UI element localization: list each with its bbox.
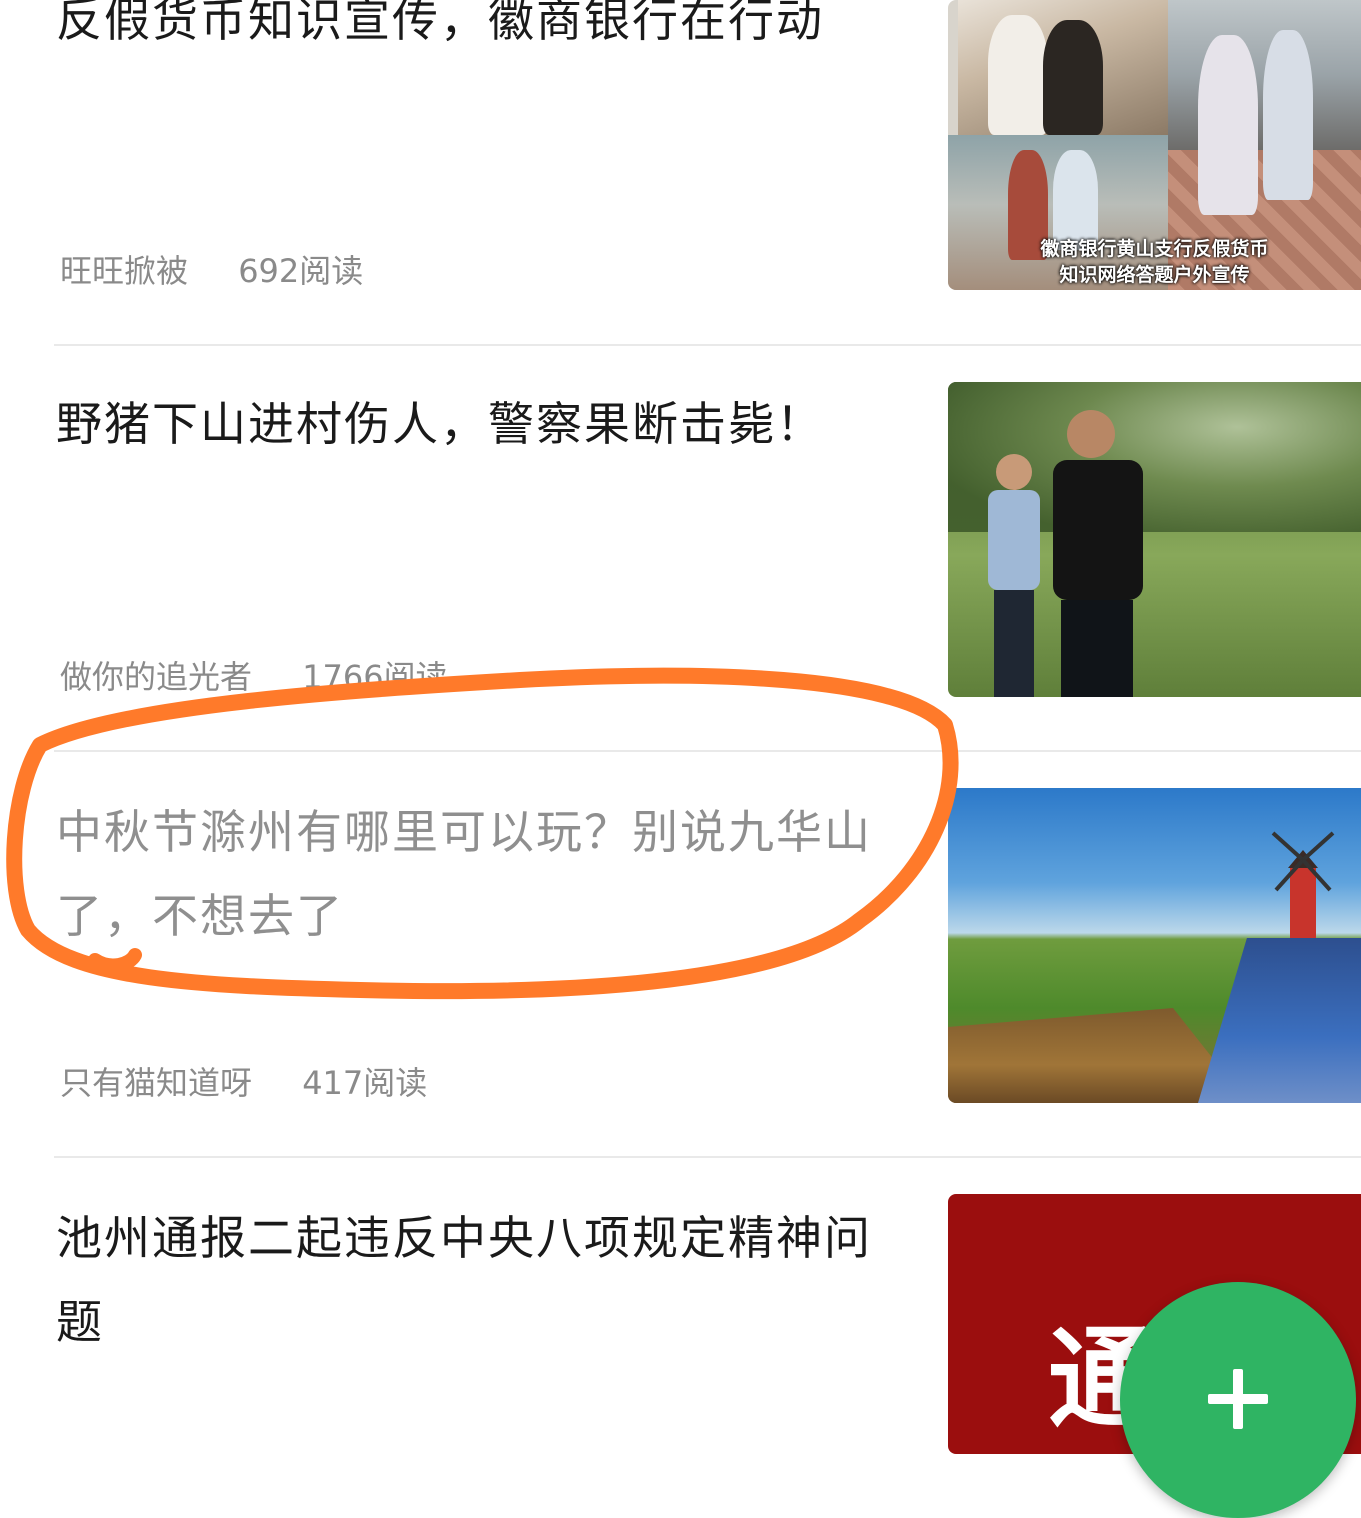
article-title[interactable]: 中秋节滁州有哪里可以玩？别说九华山了，不想去了 [56, 790, 906, 958]
article-read-count: 692阅读 [238, 252, 364, 290]
article-author: 做你的追光者 [60, 658, 253, 696]
article-read-count: 417阅读 [302, 1064, 428, 1102]
article-thumbnail[interactable] [948, 788, 1361, 1103]
field-photo-image [948, 382, 1361, 697]
thumbnail-caption: 徽商银行黄山支行反假货币 知识网络答题户外宣传 [1040, 238, 1269, 286]
article-title[interactable]: 反假货币知识宣传，徽商银行在行动 [56, 0, 906, 62]
article-thumbnail[interactable] [948, 382, 1361, 697]
article-meta: 旺旺掀被 692阅读 [60, 246, 363, 292]
add-button[interactable] [1120, 1282, 1356, 1518]
article-title[interactable]: 池州通报二起违反中央八项规定精神问题 [56, 1196, 906, 1364]
article-author: 旺旺掀被 [60, 252, 189, 290]
article-author: 只有猫知道呀 [60, 1064, 253, 1102]
article-feed: 反假货币知识宣传，徽商银行在行动 旺旺掀被 692阅读 徽商银行黄山支行反假货币… [0, 0, 1361, 1518]
article-meta: 只有猫知道呀 417阅读 [60, 1058, 427, 1104]
article-title[interactable]: 野猪下山进村伤人，警察果断击毙！ [56, 382, 906, 466]
article-read-count: 1766阅读 [302, 658, 448, 696]
article-item-3[interactable]: 中秋节滁州有哪里可以玩？别说九华山了，不想去了 只有猫知道呀 417阅读 [0, 752, 1361, 1156]
windmill-landscape-image [948, 788, 1361, 1103]
photo-collage-image: 徽商银行黄山支行反假货币 知识网络答题户外宣传 [948, 0, 1361, 290]
article-meta: 做你的追光者 1766阅读 [60, 652, 448, 698]
article-thumbnail[interactable]: 徽商银行黄山支行反假货币 知识网络答题户外宣传 [948, 0, 1361, 290]
article-item-1[interactable]: 反假货币知识宣传，徽商银行在行动 旺旺掀被 692阅读 徽商银行黄山支行反假货币… [0, 0, 1361, 344]
article-item-2[interactable]: 野猪下山进村伤人，警察果断击毙！ 做你的追光者 1766阅读 [0, 346, 1361, 750]
